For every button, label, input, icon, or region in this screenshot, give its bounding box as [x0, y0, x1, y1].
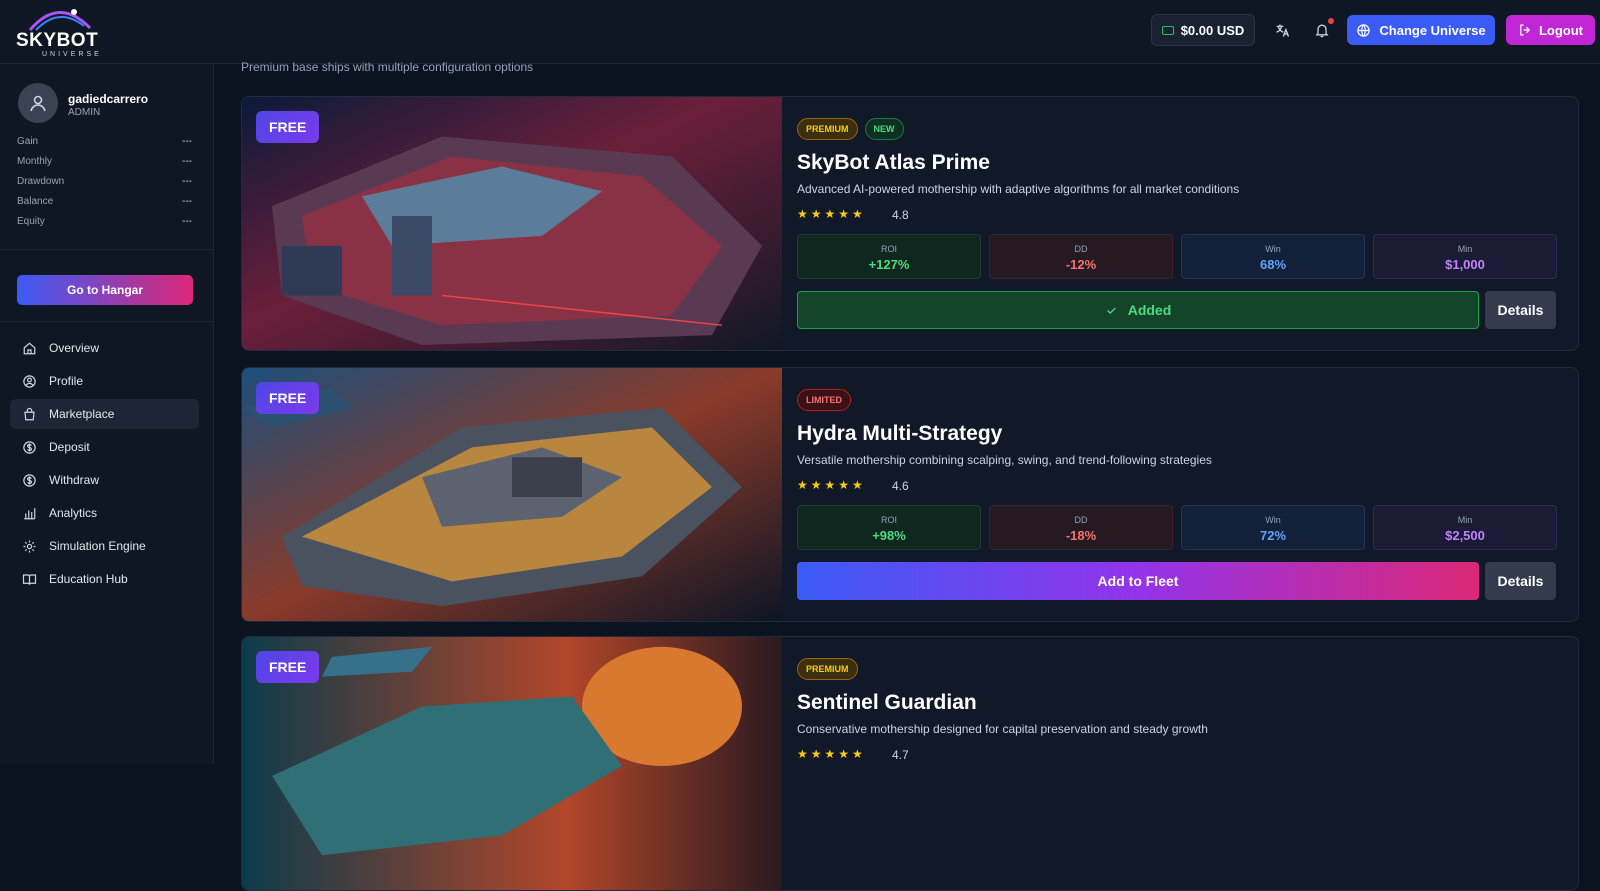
logout-label: Logout	[1538, 22, 1584, 38]
balance-amount: $0.00 USD	[1180, 22, 1245, 38]
metric-roi: ROI +127%	[797, 234, 981, 279]
star-rating-icon: ★★★★★	[797, 747, 866, 761]
divider	[0, 321, 214, 322]
premium-tag: PREMIUM	[797, 118, 858, 140]
metric-minimum: Min $2,500	[1373, 505, 1557, 550]
ship-image	[242, 97, 782, 350]
added-button[interactable]: Added	[797, 291, 1479, 329]
sidebar-item-deposit[interactable]: Deposit	[10, 432, 199, 462]
sidebar-item-withdraw[interactable]: Withdraw	[10, 465, 199, 495]
details-button[interactable]: Details	[1485, 562, 1556, 600]
sidebar-item-label: Deposit	[49, 440, 90, 454]
added-label: Added	[1127, 302, 1172, 318]
metric-drawdown: DD -12%	[989, 234, 1173, 279]
change-universe-button[interactable]: Change Universe	[1347, 15, 1495, 45]
go-to-hangar-button[interactable]: Go to Hangar	[17, 275, 193, 305]
logo-subtitle: UNIVERSE	[42, 51, 102, 58]
ship-card: FREE PREMIUM NEW SkyBot Atlas Prime Adva…	[241, 96, 1579, 351]
free-badge: FREE	[256, 651, 320, 683]
stat-monthly: Monthly ---	[17, 156, 192, 167]
metric-minimum: Min $1,000	[1373, 234, 1557, 279]
metric-drawdown: DD -18%	[989, 505, 1173, 550]
rating-value: 4.7	[892, 748, 909, 762]
free-badge: FREE	[256, 111, 320, 143]
limited-tag: LIMITED	[797, 389, 851, 411]
globe-icon	[1357, 23, 1371, 37]
username: gadiedcarrero	[68, 92, 149, 106]
skybot-logo[interactable]: SKYBOT UNIVERSE	[14, 4, 102, 60]
sidebar-item-label: Profile	[49, 374, 84, 388]
divider	[0, 249, 214, 250]
check-icon	[1106, 306, 1116, 314]
notification-dot	[1328, 18, 1334, 24]
avatar[interactable]	[18, 83, 58, 123]
book-icon	[22, 572, 37, 587]
logout-button[interactable]: Logout	[1506, 15, 1595, 45]
stat-equity: Equity ---	[17, 216, 192, 227]
rating-value: 4.8	[892, 208, 909, 222]
logout-icon	[1520, 24, 1531, 36]
free-badge: FREE	[256, 382, 320, 414]
stat-balance: Balance ---	[17, 196, 192, 207]
dollar-circle-icon	[22, 473, 37, 488]
user-icon	[30, 95, 46, 112]
sidebar: gadiedcarrero ADMIN Gain --- Monthly --- D…	[0, 64, 214, 764]
sidebar-item-label: Marketplace	[49, 407, 115, 421]
star-rating-icon: ★★★★★	[797, 207, 866, 221]
sidebar-item-label: Overview	[49, 341, 100, 355]
stat-drawdown: Drawdown ---	[17, 176, 192, 187]
rating-value: 4.6	[892, 479, 909, 493]
metric-roi: ROI +98%	[797, 505, 981, 550]
ship-title: Hydra Multi-Strategy	[797, 422, 1003, 445]
change-universe-label: Change Universe	[1379, 22, 1486, 38]
ship-image	[242, 368, 782, 621]
sidebar-item-profile[interactable]: Profile	[10, 366, 199, 396]
star-rating-icon: ★★★★★	[797, 478, 866, 492]
top-bar: SKYBOT UNIVERSE $0.00 USD Change Univers…	[0, 0, 1600, 64]
user-role: ADMIN	[68, 107, 101, 118]
sidebar-item-analytics[interactable]: Analytics	[10, 498, 199, 528]
ship-description: Advanced AI-powered mothership with adap…	[797, 182, 1240, 196]
sidebar-item-label: Analytics	[49, 506, 98, 520]
wallet-balance[interactable]: $0.00 USD	[1151, 14, 1255, 46]
details-button[interactable]: Details	[1485, 291, 1556, 329]
sidebar-item-simulation-engine[interactable]: Simulation Engine	[10, 531, 199, 561]
ship-title: SkyBot Atlas Prime	[797, 151, 990, 174]
sidebar-item-marketplace[interactable]: Marketplace	[10, 399, 199, 429]
logo-wordmark: SKYBOT	[16, 30, 99, 51]
translate-icon[interactable]	[1270, 18, 1294, 42]
metric-win-rate: Win 72%	[1181, 505, 1365, 550]
home-icon	[22, 341, 37, 356]
ship-description: Conservative mothership designed for cap…	[797, 722, 1208, 736]
premium-tag: PREMIUM	[797, 658, 858, 680]
add-to-fleet-button[interactable]: Add to Fleet	[797, 562, 1479, 600]
shopping-bag-icon	[22, 407, 37, 422]
ship-description: Versatile mothership combining scalping,…	[797, 453, 1212, 467]
cash-icon	[1161, 25, 1174, 35]
sidebar-item-label: Education Hub	[49, 572, 128, 586]
user-circle-icon	[22, 374, 37, 389]
bar-chart-icon	[22, 506, 37, 521]
ship-title: Sentinel Guardian	[797, 691, 977, 714]
sidebar-item-overview[interactable]: Overview	[10, 333, 199, 363]
sidebar-item-label: Withdraw	[49, 473, 100, 487]
sidebar-item-label: Simulation Engine	[49, 539, 146, 553]
ship-card: FREE LIMITED Hydra Multi-Strategy Versat…	[241, 367, 1579, 622]
new-tag: NEW	[864, 118, 904, 140]
gear-icon	[22, 539, 37, 554]
dollar-circle-icon	[22, 440, 37, 455]
stat-gain: Gain ---	[17, 136, 192, 147]
sidebar-item-education-hub[interactable]: Education Hub	[10, 564, 199, 594]
metric-win-rate: Win 68%	[1181, 234, 1365, 279]
section-subtitle: Premium base ships with multiple configu…	[241, 60, 534, 74]
